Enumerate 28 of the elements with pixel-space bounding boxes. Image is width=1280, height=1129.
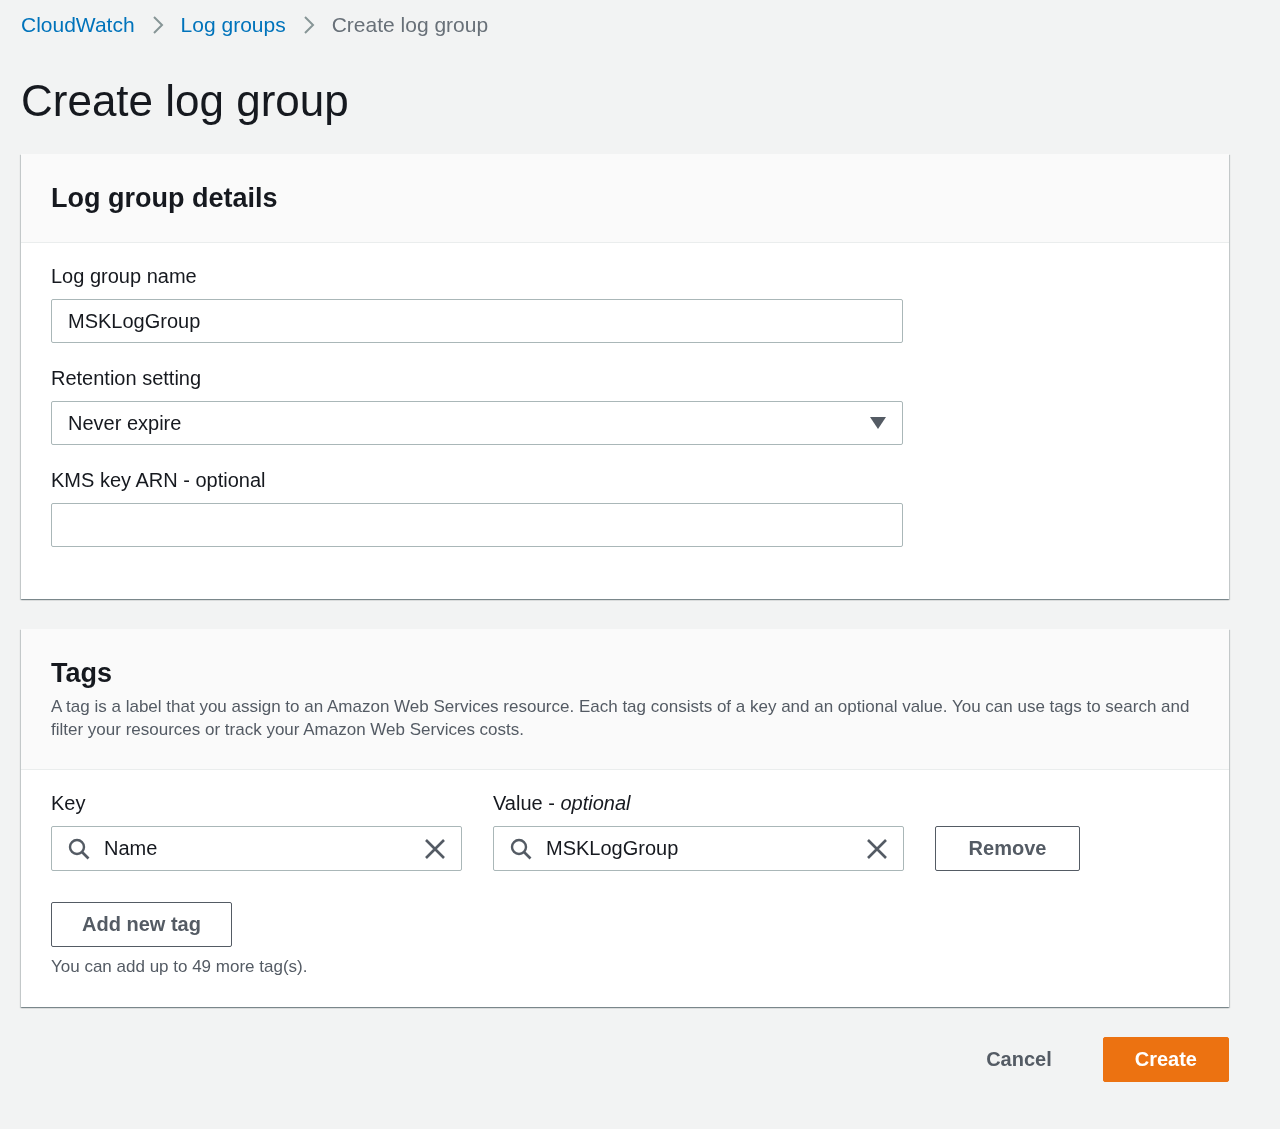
chevron-icon	[302, 15, 315, 35]
close-icon[interactable]	[425, 838, 445, 859]
field-label: Retention setting	[51, 366, 203, 391]
value-input-field[interactable]: MSKLogGroup	[493, 826, 904, 871]
field-label: KMS key ARN - optional	[51, 468, 267, 493]
search-icon	[68, 837, 90, 860]
search-icon	[510, 837, 532, 860]
dropdown-triangle-icon	[870, 417, 886, 429]
text-input-field[interactable]: MSKLogGroup	[51, 299, 903, 343]
panel-title: Log group details	[51, 182, 279, 214]
field-label: Log group name	[51, 264, 198, 289]
remove-button[interactable]: Remove	[935, 826, 1080, 871]
breadcrumb-current: Create log group	[331, 13, 489, 37]
tag-limit-note: You can add up to 49 more tag(s).	[51, 957, 309, 977]
page-title: Create log group	[21, 75, 350, 127]
chevron-icon	[151, 15, 164, 35]
add-new-tag-button[interactable]: Add new tag	[51, 902, 232, 947]
close-icon[interactable]	[867, 838, 887, 859]
panel-description: A tag is a label that you assign to an Amazon Web Services resource. Each tag consists of a key and an optional value. You can use tags to search and filter your resources or track your Amazon Web Services costs.	[51, 696, 1191, 741]
select-field[interactable]: Never expire	[51, 401, 903, 445]
value-label: Value - optional	[493, 791, 632, 816]
panel-title: Tags	[51, 657, 113, 689]
key-input-field[interactable]: Name	[51, 826, 462, 871]
cancel-link[interactable]: Cancel	[955, 1037, 1083, 1082]
text-input-field[interactable]	[51, 503, 903, 547]
breadcrumb-link[interactable]: Log groups	[180, 13, 286, 37]
key-label: Key	[51, 791, 87, 816]
breadcrumb-link[interactable]: CloudWatch	[21, 13, 135, 37]
